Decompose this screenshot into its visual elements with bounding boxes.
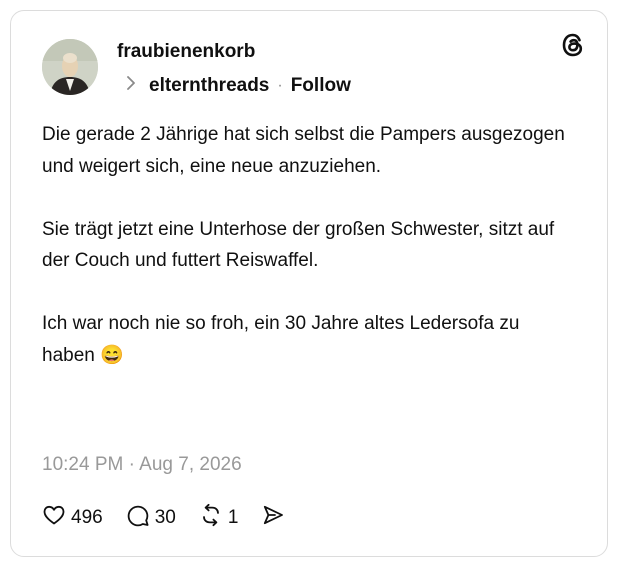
post-card: fraubienenkorb elternthreads · Follow Di… <box>10 10 608 557</box>
separator-dot: · <box>277 77 283 94</box>
avatar[interactable] <box>42 39 98 95</box>
action-bar: 496 30 1 <box>41 502 312 534</box>
post-paragraph: Ich war noch nie so froh, ein 30 Jahre a… <box>42 313 520 366</box>
like-count: 496 <box>71 507 103 528</box>
post-paragraph: Die gerade 2 Jährige hat sich selbst die… <box>42 124 565 177</box>
follow-button[interactable]: Follow <box>291 75 351 97</box>
like-button[interactable]: 496 <box>41 502 103 534</box>
community-line: elternthreads · Follow <box>125 75 351 97</box>
post-text: Die gerade 2 Jährige hat sich selbst die… <box>42 119 572 371</box>
share-button[interactable] <box>260 502 290 534</box>
chevron-right-icon <box>125 75 143 97</box>
comment-icon <box>125 502 155 534</box>
post-paragraph: Sie trägt jetzt eine Unterhose der große… <box>42 218 555 272</box>
username[interactable]: fraubienenkorb <box>117 41 255 63</box>
heart-icon <box>41 502 71 534</box>
repost-icon <box>198 502 228 534</box>
send-icon <box>260 502 290 534</box>
reply-count: 30 <box>154 507 176 528</box>
repost-count: 1 <box>227 507 239 528</box>
post-timestamp[interactable]: 10:24 PM · Aug 7, 2026 <box>42 454 242 476</box>
reply-button[interactable]: 30 <box>125 502 176 534</box>
repost-button[interactable]: 1 <box>198 502 239 534</box>
community-link[interactable]: elternthreads <box>149 75 269 97</box>
threads-logo-icon[interactable] <box>559 31 587 59</box>
